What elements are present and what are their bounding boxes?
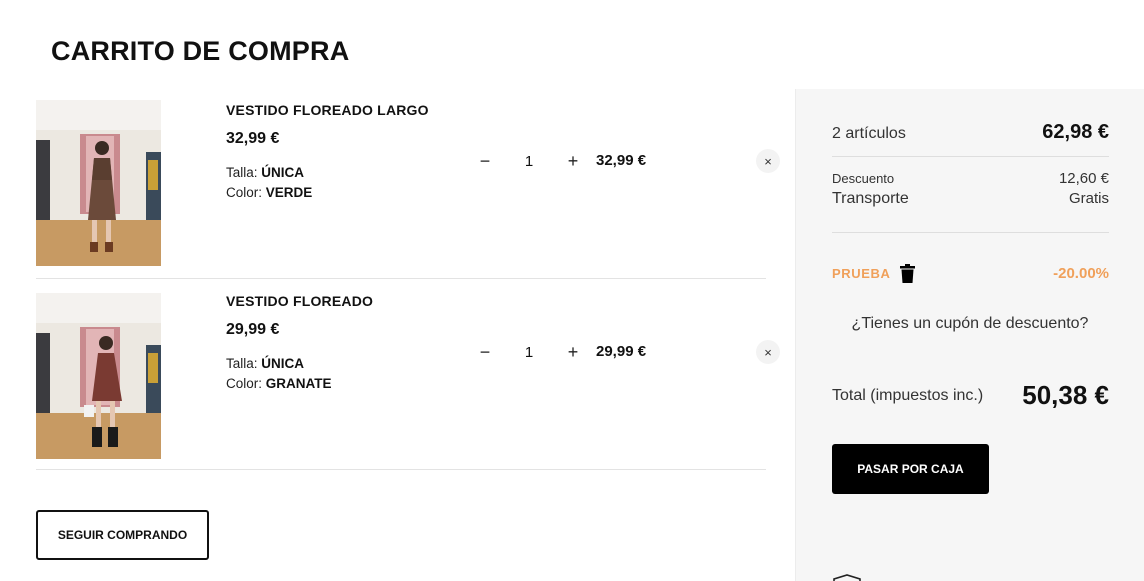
quantity-stepper: − 1 + xyxy=(474,150,584,172)
items-total-row: 2 artículos 62,98 € xyxy=(832,121,1109,144)
item-color: Color: VERDE xyxy=(226,183,466,203)
product-image[interactable] xyxy=(36,293,161,459)
item-price: 29,99 € xyxy=(226,321,280,338)
product-image[interactable] xyxy=(36,100,161,266)
item-attributes: Talla: ÚNICA Color: GRANATE xyxy=(226,354,466,394)
product-photo-icon xyxy=(36,100,161,266)
qty-increase-button[interactable]: + xyxy=(562,341,584,363)
close-icon: × xyxy=(764,344,772,360)
item-info: VESTIDO FLOREADO 29,99 € Talla: ÚNICA Co… xyxy=(226,293,466,394)
size-value: ÚNICA xyxy=(261,165,305,180)
qty-value[interactable]: 1 xyxy=(496,344,562,361)
page-title: CARRITO DE COMPRA xyxy=(51,36,350,66)
size-label: Talla: xyxy=(226,356,258,371)
shipping-row: Transporte Gratis xyxy=(832,190,1109,208)
cart-item: VESTIDO FLOREADO 29,99 € Talla: ÚNICA Co… xyxy=(36,279,780,470)
quantity-stepper: − 1 + xyxy=(474,341,584,363)
color-label: Color: xyxy=(226,376,263,391)
qty-value[interactable]: 1 xyxy=(496,153,562,170)
item-price: 32,99 € xyxy=(226,130,280,147)
divider xyxy=(832,156,1109,157)
item-size: Talla: ÚNICA xyxy=(226,354,466,374)
shield-icon xyxy=(832,572,862,581)
discount-label: Descuento xyxy=(832,171,895,186)
trash-icon[interactable] xyxy=(899,264,915,283)
size-value: ÚNICA xyxy=(261,356,305,371)
color-value: VERDE xyxy=(265,185,313,200)
items-total: 62,98 € xyxy=(1042,121,1109,143)
size-label: Talla: xyxy=(226,165,258,180)
close-icon: × xyxy=(764,153,772,169)
line-total: 29,99 € xyxy=(596,343,647,360)
color-value: GRANATE xyxy=(265,376,332,391)
coupon-link[interactable]: ¿Tienes un cupón de descuento? xyxy=(796,315,1144,333)
checkout-button[interactable]: PASAR POR CAJA xyxy=(832,444,989,494)
qty-decrease-button[interactable]: − xyxy=(474,150,496,172)
line-total: 32,99 € xyxy=(596,152,647,169)
promo-code-label: PRUEBA xyxy=(832,266,891,281)
total-label: Total (impuestos inc.) xyxy=(832,386,984,404)
shipping-value: Gratis xyxy=(1068,190,1109,207)
qty-increase-button[interactable]: + xyxy=(562,150,584,172)
color-label: Color: xyxy=(226,185,263,200)
order-summary: 2 artículos 62,98 € Descuento 12,60 € Tr… xyxy=(795,89,1144,581)
discount-row: Descuento 12,60 € xyxy=(832,170,1109,187)
promo-value: -20.00% xyxy=(1053,265,1109,282)
cart-item: VESTIDO FLOREADO LARGO 32,99 € Talla: ÚN… xyxy=(36,88,780,279)
shipping-label: Transporte xyxy=(832,190,909,207)
remove-item-button[interactable]: × xyxy=(756,340,780,364)
divider xyxy=(832,232,1109,233)
total-value: 50,38 € xyxy=(1022,380,1109,410)
item-info: VESTIDO FLOREADO LARGO 32,99 € Talla: ÚN… xyxy=(226,102,466,203)
continue-shopping-button[interactable]: SEGUIR COMPRANDO xyxy=(36,510,209,560)
promo-code: PRUEBA xyxy=(832,264,915,283)
item-name[interactable]: VESTIDO FLOREADO LARGO xyxy=(226,102,466,118)
grand-total-row: Total (impuestos inc.) 50,38 € xyxy=(832,380,1109,411)
item-attributes: Talla: ÚNICA Color: VERDE xyxy=(226,163,466,203)
discount-value: 12,60 € xyxy=(1058,170,1109,187)
promo-row: PRUEBA -20.00% xyxy=(832,264,1109,283)
qty-decrease-button[interactable]: − xyxy=(474,341,496,363)
remove-item-button[interactable]: × xyxy=(756,149,780,173)
items-count: 2 artículos xyxy=(832,125,906,142)
item-name[interactable]: VESTIDO FLOREADO xyxy=(226,293,466,309)
item-size: Talla: ÚNICA xyxy=(226,163,466,183)
item-color: Color: GRANATE xyxy=(226,374,466,394)
product-photo-icon xyxy=(36,293,161,459)
cart-list: VESTIDO FLOREADO LARGO 32,99 € Talla: ÚN… xyxy=(36,88,780,470)
